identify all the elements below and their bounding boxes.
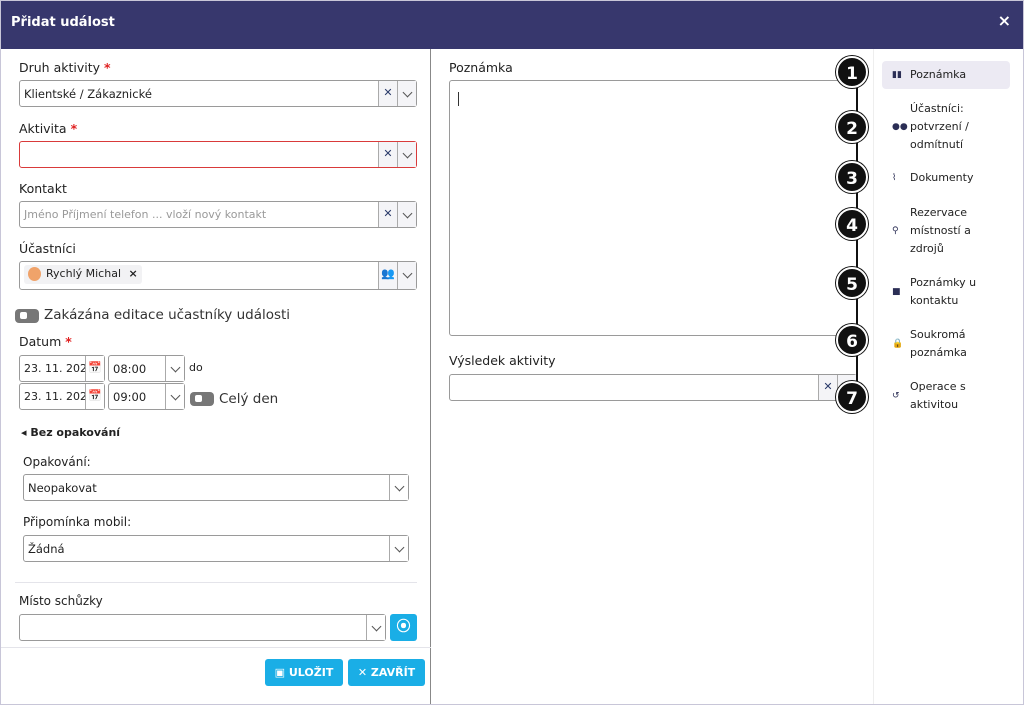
datum-label: Datum * — [19, 334, 72, 349]
close-icon[interactable]: × — [998, 11, 1011, 30]
celyden-label: Celý den — [219, 391, 279, 407]
chevron-down-icon[interactable] — [366, 615, 385, 640]
divider — [15, 582, 417, 583]
do-label: do — [189, 361, 203, 374]
left-form-pane: Druh aktivity * Klientské / Zákaznické ✕… — [1, 49, 431, 704]
vysledek-select[interactable]: ✕ — [449, 374, 857, 401]
opakovani-label: Opakování: — [23, 455, 91, 469]
misto-label: Místo schůzky — [19, 594, 103, 608]
chevron-down-icon[interactable] — [397, 202, 416, 227]
close-x-icon: ✕ — [357, 666, 371, 679]
save-icon: ▣ — [274, 666, 289, 679]
divider — [1, 647, 431, 648]
misto-select[interactable] — [19, 614, 386, 641]
nav-item-poznamka[interactable]: ▮▮ Poznámka — [882, 61, 1010, 89]
participant-chip: Rychlý Michal × — [24, 265, 142, 284]
callout-badge-6: 6 — [836, 324, 868, 356]
chevron-down-icon[interactable] — [389, 475, 408, 500]
poznamka-textarea[interactable] — [449, 80, 857, 336]
text-cursor — [458, 92, 459, 106]
callout-badge-1: 1 — [836, 56, 868, 88]
book-icon: ▮▮ — [892, 70, 902, 80]
dialog-titlebar: Přidat událost × — [1, 1, 1023, 49]
recurrence-toggle[interactable]: ◂ Bez opakování — [21, 426, 120, 439]
remove-chip-icon[interactable]: × — [129, 267, 138, 280]
clear-icon[interactable]: ✕ — [378, 142, 397, 167]
edit-lock-toggle[interactable] — [15, 309, 39, 323]
callout-badge-5: 5 — [836, 267, 868, 299]
history-icon: ↺ — [892, 391, 900, 401]
users-add-icon[interactable]: 👥 — [378, 262, 397, 289]
clear-icon[interactable]: ✕ — [378, 81, 397, 106]
callout-badge-3: 3 — [836, 161, 868, 193]
add-event-dialog: Přidat událost × Druh aktivity * Klients… — [0, 0, 1024, 705]
aktivita-label: Aktivita * — [19, 121, 78, 136]
kontakt-input[interactable]: Jméno Příjmení telefon ... vloží nový ko… — [19, 201, 417, 228]
map-pin-icon: ⦿ — [396, 619, 411, 635]
paperclip-icon: ⌇ — [892, 173, 897, 183]
pin-icon: ⚲ — [892, 226, 899, 236]
nav-item-soukroma[interactable]: 🔒 Soukromá poznámka — [882, 326, 1010, 362]
chevron-down-icon[interactable] — [389, 536, 408, 561]
time-from-input[interactable]: 08:00 — [108, 355, 185, 382]
chevron-down-icon[interactable] — [165, 356, 184, 381]
dialog-title: Přidat událost — [11, 15, 115, 30]
chevron-down-icon[interactable] — [397, 142, 416, 167]
clear-icon[interactable]: ✕ — [818, 375, 837, 400]
nav-item-poznamky-kontakt[interactable]: ■ Poznámky u kontaktu — [882, 274, 1010, 310]
close-button[interactable]: ✕ ZAVŘÍT — [348, 659, 425, 686]
note-icon: ■ — [892, 287, 901, 297]
save-button[interactable]: ▣ ULOŽIT — [265, 659, 343, 686]
middle-pane: Poznámka Výsledek aktivity ✕ — [432, 49, 873, 704]
clear-icon[interactable]: ✕ — [378, 202, 397, 227]
date-from-input[interactable]: 23. 11. 2021 📅 — [19, 355, 105, 382]
chevron-down-icon[interactable] — [397, 262, 416, 289]
vysledek-label: Výsledek aktivity — [449, 353, 556, 368]
ucastnici-input[interactable]: Rychlý Michal × 👥 — [19, 261, 417, 290]
aktivita-select[interactable]: ✕ — [19, 141, 417, 168]
callout-badge-4: 4 — [836, 208, 868, 240]
callout-badge-7: 7 — [836, 381, 868, 413]
opakovani-select[interactable]: Neopakovat — [23, 474, 409, 501]
all-day-toggle[interactable] — [190, 392, 214, 406]
kontakt-placeholder: Jméno Příjmení telefon ... vloží nový ko… — [24, 208, 267, 221]
zakazana-label: Zakázána editace učastníky události — [44, 307, 291, 323]
avatar — [28, 267, 41, 281]
lock-icon: 🔒 — [892, 339, 904, 349]
date-to-input[interactable]: 23. 11. 2021 📅 — [19, 383, 105, 410]
chevron-down-icon[interactable] — [397, 81, 416, 106]
section-nav: ▮▮ Poznámka ●● Účastníci: potvrzení / od… — [873, 49, 1023, 704]
druh-select[interactable]: Klientské / Zákaznické ✕ — [19, 80, 417, 107]
druh-label: Druh aktivity * — [19, 60, 111, 75]
users-icon: ●● — [892, 122, 908, 132]
nav-item-operace[interactable]: ↺ Operace s aktivitou — [882, 378, 1010, 414]
nav-item-rezervace[interactable]: ⚲ Rezervace místností a zdrojů — [882, 204, 1010, 258]
calendar-icon[interactable]: 📅 — [85, 356, 104, 381]
druh-value: Klientské / Zákaznické — [24, 87, 152, 101]
callout-badge-2: 2 — [836, 111, 868, 143]
chevron-down-icon[interactable] — [165, 384, 184, 409]
participant-name: Rychlý Michal — [46, 267, 121, 280]
map-pin-button[interactable]: ⦿ — [390, 614, 417, 641]
nav-item-ucastnici[interactable]: ●● Účastníci: potvrzení / odmítnutí — [882, 100, 1010, 154]
time-to-input[interactable]: 09:00 — [108, 383, 185, 410]
pripominka-label: Připomínka mobil: — [23, 515, 132, 529]
calendar-icon[interactable]: 📅 — [85, 384, 104, 409]
nav-item-dokumenty[interactable]: ⌇ Dokumenty — [882, 169, 1010, 189]
caret-left-icon: ◂ — [21, 426, 31, 439]
kontakt-label: Kontakt — [19, 181, 67, 196]
ucastnici-label: Účastníci — [19, 241, 76, 256]
pripominka-select[interactable]: Žádná — [23, 535, 409, 562]
poznamka-label: Poznámka — [449, 60, 513, 75]
